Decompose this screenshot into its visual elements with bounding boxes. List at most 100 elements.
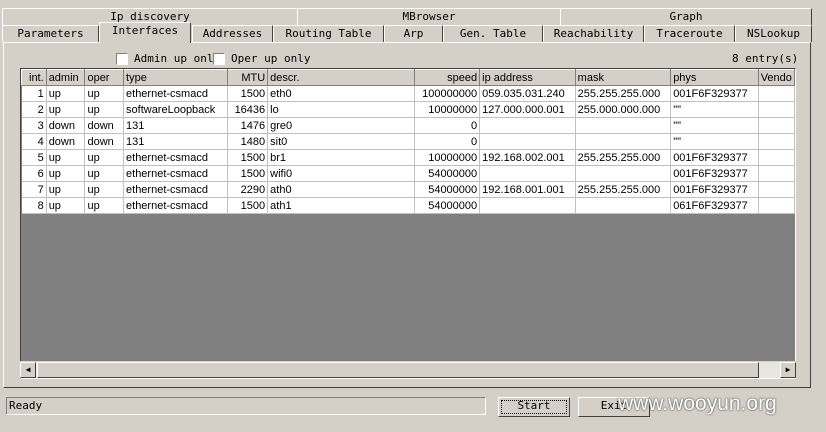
cell-type: ethernet-csmacd: [123, 197, 229, 214]
cell-admin: up: [46, 165, 86, 182]
tab-routing-table[interactable]: Routing Table: [273, 25, 384, 42]
table-row[interactable]: 5 up up ethernet-csmacd 1500 br1 10000000 192.1…: [21, 149, 795, 166]
cell-int: 1: [21, 85, 47, 102]
cell-phys: 001F6F329377: [670, 149, 759, 166]
cell-oper: up: [84, 181, 125, 198]
column-header-mask[interactable]: mask: [574, 69, 672, 86]
cell-descr: br1: [267, 149, 416, 166]
cell-speed: 100000000: [414, 85, 481, 102]
cell-type: softwareLoopback: [123, 101, 229, 118]
cell-speed: 54000000: [414, 165, 481, 182]
cell-ip-address: [479, 165, 576, 182]
cell-type: ethernet-csmacd: [123, 165, 229, 182]
cell-oper: up: [84, 101, 125, 118]
cell-descr: gre0: [267, 117, 416, 134]
cell-oper: up: [84, 149, 125, 166]
cell-ip-address: 059.035.031.240: [479, 85, 576, 102]
cell-vendor: [758, 181, 795, 198]
cell-mask: [575, 133, 672, 150]
table-row[interactable]: 1 up up ethernet-csmacd 1500 eth0 100000000 059…: [21, 85, 795, 102]
tab-mbrowser[interactable]: MBrowser: [297, 8, 561, 25]
cell-ip-address: [479, 117, 576, 134]
admin-up-only-checkbox[interactable]: Admin up onl: [116, 52, 213, 65]
cell-descr: eth0: [267, 85, 416, 102]
cell-mask: [575, 117, 672, 134]
cell-mtu: 1500: [227, 85, 269, 102]
cell-ip-address: [479, 133, 576, 150]
oper-up-only-checkbox[interactable]: Oper up only: [213, 52, 310, 65]
tab-addresses[interactable]: Addresses: [192, 25, 273, 42]
cell-admin: down: [46, 133, 86, 150]
tab-arp[interactable]: Arp: [384, 25, 443, 42]
table-row[interactable]: 3 down down 131 1476 gre0 0 "": [21, 117, 795, 134]
checkbox-box[interactable]: [213, 52, 225, 65]
cell-descr: ath0: [267, 181, 416, 198]
scrollbar-thumb[interactable]: [37, 362, 759, 378]
tab-nslookup[interactable]: NSLookup: [735, 25, 812, 42]
cell-oper: up: [84, 85, 125, 102]
cell-speed: 10000000: [414, 149, 481, 166]
cell-speed: 54000000: [414, 181, 481, 198]
cell-admin: up: [46, 101, 86, 118]
tab-reachability[interactable]: Reachability: [543, 25, 644, 42]
tab-traceroute[interactable]: Traceroute: [644, 25, 735, 42]
admin-up-only-label: Admin up onl: [134, 52, 214, 65]
cell-vendor: [758, 85, 795, 102]
column-header-speed[interactable]: speed: [414, 69, 481, 86]
column-header-descr[interactable]: descr.: [267, 69, 416, 86]
cell-oper: up: [84, 165, 125, 182]
cell-mtu: 1480: [227, 133, 269, 150]
cell-vendor: [758, 165, 795, 182]
cell-type: ethernet-csmacd: [123, 85, 229, 102]
entry-count: 8 entry(s): [732, 52, 799, 65]
table-row[interactable]: 7 up up ethernet-csmacd 2290 ath0 54000000 192.…: [21, 181, 795, 198]
table-row[interactable]: 6 up up ethernet-csmacd 1500 wifi0 54000000 001…: [21, 165, 795, 182]
table-row[interactable]: 2 up up softwareLoopback 16436 lo 10000000 127.…: [21, 101, 795, 118]
cell-vendor: [758, 133, 795, 150]
column-header-ip-address[interactable]: ip address: [479, 69, 576, 86]
cell-ip-address: 127.000.000.001: [479, 101, 576, 118]
table-row[interactable]: 8 up up ethernet-csmacd 1500 ath1 54000000 061F…: [21, 197, 795, 214]
scroll-right-icon[interactable]: ▶: [780, 362, 796, 378]
cell-int: 3: [21, 117, 47, 134]
cell-mtu: 1500: [227, 149, 269, 166]
cell-vendor: [758, 117, 795, 134]
cell-mask: [575, 165, 672, 182]
cell-mask: 255.255.255.000: [575, 181, 672, 198]
cell-int: 5: [21, 149, 47, 166]
cell-type: 131: [123, 133, 229, 150]
tab-gen-table[interactable]: Gen. Table: [443, 25, 543, 42]
tab-graph[interactable]: Graph: [560, 8, 812, 25]
cell-vendor: [758, 101, 795, 118]
cell-descr: wifi0: [267, 165, 416, 182]
cell-admin: down: [46, 117, 86, 134]
table-header-row: int. admin oper type MTU descr. speed ip addres…: [21, 69, 795, 86]
start-button[interactable]: Start: [498, 397, 570, 417]
column-header-admin[interactable]: admin: [45, 69, 86, 86]
column-header-vendor[interactable]: Vendo: [757, 69, 795, 86]
checkbox-box[interactable]: [116, 52, 128, 65]
cell-mask: [575, 197, 672, 214]
cell-mtu: 16436: [227, 101, 269, 118]
interfaces-table: int. admin oper type MTU descr. speed ip addres…: [21, 69, 795, 214]
column-header-int[interactable]: int.: [21, 69, 47, 86]
scroll-left-icon[interactable]: ◀: [20, 362, 36, 378]
table-row[interactable]: 4 down down 131 1480 sit0 0 "": [21, 133, 795, 150]
column-header-oper[interactable]: oper: [84, 69, 125, 86]
cell-admin: up: [46, 149, 86, 166]
cell-ip-address: [479, 197, 576, 214]
column-header-mtu[interactable]: MTU: [227, 69, 269, 86]
cell-vendor: [758, 149, 795, 166]
tab-parameters[interactable]: Parameters: [2, 25, 99, 42]
cell-phys: 061F6F329377: [670, 197, 759, 214]
interfaces-table-container[interactable]: int. admin oper type MTU descr. speed ip addres…: [20, 68, 796, 379]
cell-speed: 0: [414, 117, 481, 134]
column-header-phys[interactable]: phys: [670, 69, 759, 86]
column-header-type[interactable]: type: [123, 69, 229, 86]
horizontal-scrollbar[interactable]: ◀ ▶: [20, 361, 796, 378]
cell-int: 6: [21, 165, 47, 182]
cell-type: ethernet-csmacd: [123, 181, 229, 198]
cell-admin: up: [46, 85, 86, 102]
cell-admin: up: [46, 197, 86, 214]
tab-interfaces[interactable]: Interfaces: [99, 22, 191, 43]
